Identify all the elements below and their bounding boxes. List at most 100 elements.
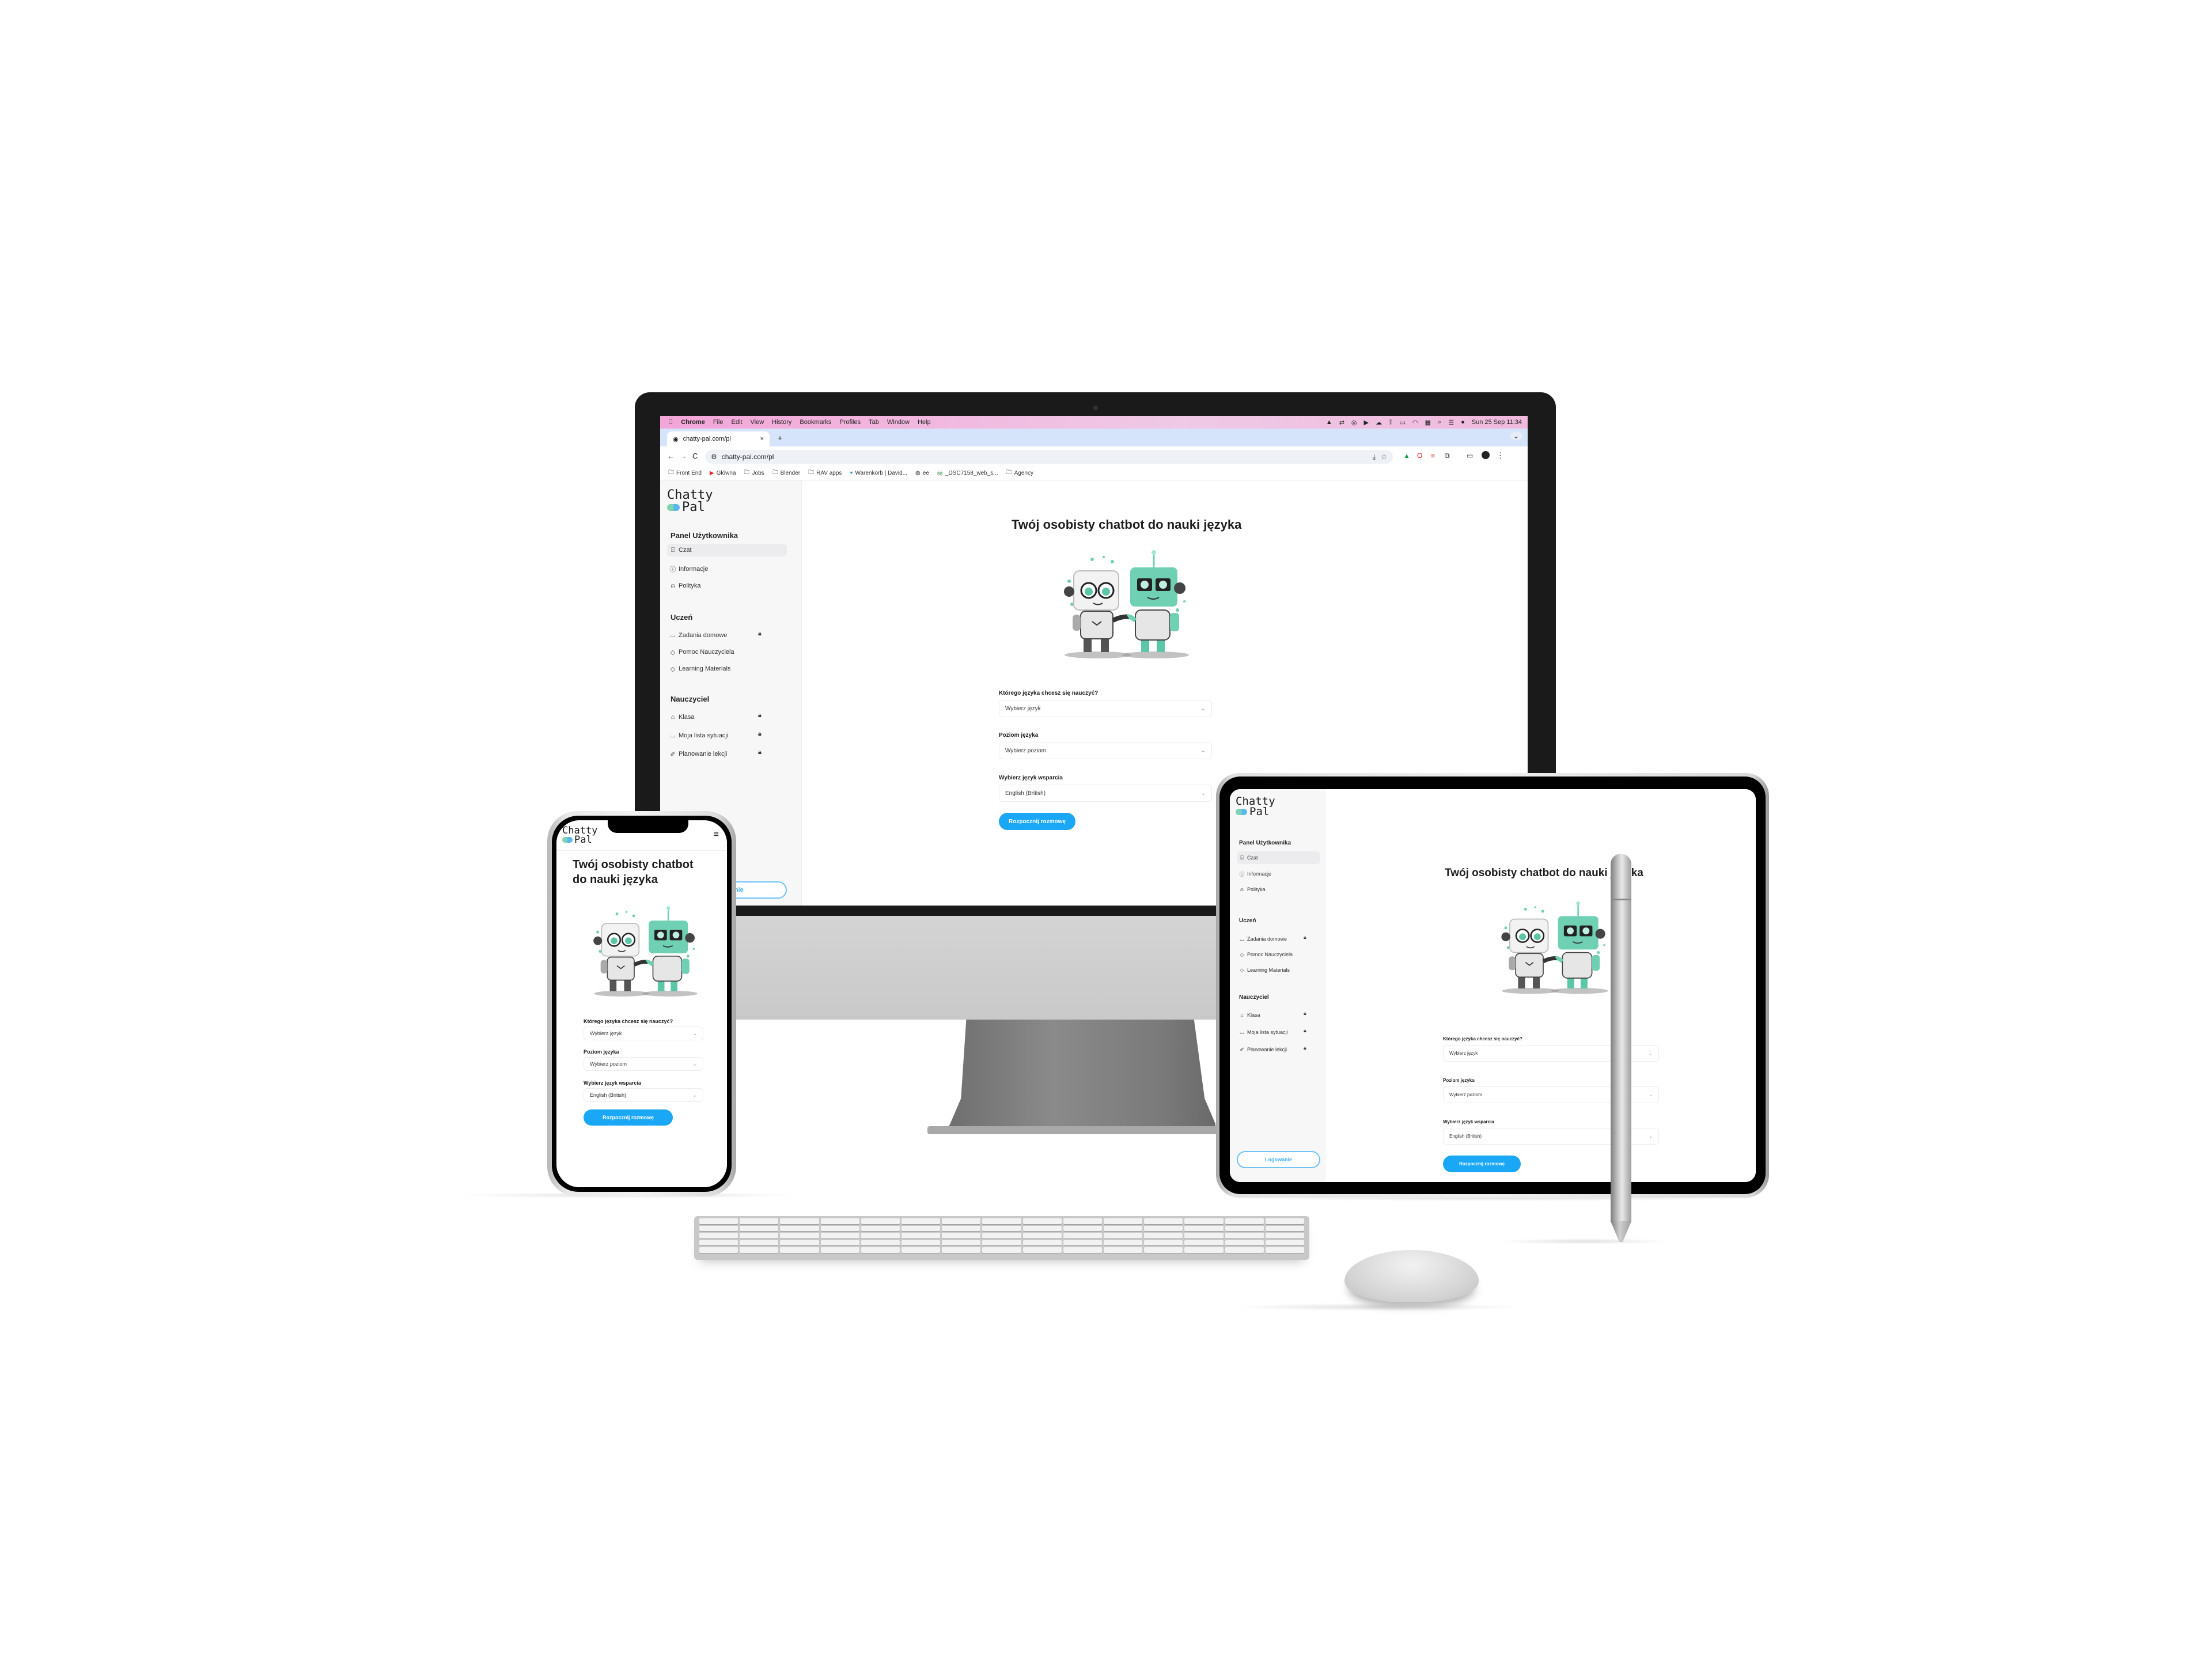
browser-tab[interactable]: ◉ chatty-pal.com/pl ×: [667, 431, 770, 446]
menu-file[interactable]: File: [713, 419, 724, 426]
language-select[interactable]: Wybierz język ⌄: [584, 1027, 703, 1040]
search-icon[interactable]: ⌕: [1438, 419, 1441, 426]
keyboard-key: [1265, 1240, 1304, 1246]
drive-extension-icon[interactable]: ▲: [1403, 452, 1410, 460]
bookmark-star-icon[interactable]: ☆: [1381, 453, 1387, 461]
support-language-select[interactable]: English (British) ⌄: [999, 785, 1212, 802]
sidebar-item-moja-lista-sytuacji[interactable]: ⌴ Moja lista sytuacji: [667, 729, 729, 742]
keyboard-key: [901, 1225, 941, 1232]
bookmark-ee[interactable]: ◍ ee: [915, 470, 929, 476]
sidebar-item-zadania-domowe[interactable]: ⌴ Zadania domowe: [667, 629, 728, 642]
section-title-nauczyciel: Nauczyciel: [1239, 994, 1269, 1001]
start-conversation-button[interactable]: Rozpocznij rozmowę: [1443, 1156, 1521, 1172]
creative-cloud-icon[interactable]: ◎: [1351, 419, 1357, 426]
sidebar-item-informacje[interactable]: ⓘ Informacje: [667, 563, 709, 575]
new-tab-button[interactable]: +: [778, 433, 782, 442]
address-bar[interactable]: ⚙ chatty-pal.com/pl ⤓ ☆: [705, 450, 1393, 464]
url-text[interactable]: chatty-pal.com/pl: [722, 453, 774, 461]
start-conversation-button[interactable]: Rozpocznij rozmowę: [584, 1109, 673, 1126]
control-center-icon[interactable]: ☰: [1448, 419, 1454, 426]
menu-history[interactable]: History: [772, 419, 791, 426]
menu-window[interactable]: Window: [887, 419, 910, 426]
back-button[interactable]: ←: [667, 452, 675, 460]
hamburger-menu-icon[interactable]: ≡: [714, 830, 719, 840]
chrome-menu-icon[interactable]: ⋮: [1497, 451, 1504, 460]
keyboard-key: [780, 1225, 819, 1232]
extensions-icon[interactable]: ⧉: [1445, 452, 1450, 460]
lastpass-extension-icon[interactable]: ≡: [1431, 452, 1435, 460]
chatty-pal-logo[interactable]: Chatty Pal: [1236, 796, 1275, 817]
menu-edit[interactable]: Edit: [732, 419, 743, 426]
install-icon[interactable]: ⤓: [1373, 453, 1376, 461]
apple-icon[interactable]: : [668, 419, 673, 426]
keyboard-key: [982, 1218, 1021, 1224]
forward-button[interactable]: →: [680, 452, 687, 460]
cloud-icon[interactable]: ☁: [1376, 419, 1382, 426]
support-language-select[interactable]: English (British) ⌄: [584, 1088, 703, 1102]
sidebar-item-polityka[interactable]: ⍝ Polityka: [1237, 884, 1265, 895]
sidebar-item-planowanie-lekcji[interactable]: ✐ Planowanie lekcji: [667, 748, 727, 760]
keyboard-key: [861, 1247, 900, 1253]
close-tab-icon[interactable]: ×: [760, 435, 764, 442]
site-settings-icon[interactable]: ⚙: [711, 453, 717, 461]
sidebar-item-pomoc-nauczyciela[interactable]: ◇ Pomoc Nauczyciela: [1237, 949, 1293, 960]
monitor-foot: [927, 1126, 1227, 1134]
language-select[interactable]: Wybierz język ⌄: [999, 700, 1212, 717]
info-icon: ⓘ: [1239, 871, 1245, 877]
presentation-icon: ⌴: [670, 631, 676, 639]
keyboard-key: [780, 1218, 819, 1224]
sidebar-item-czat[interactable]: ⌸ Czat: [1237, 851, 1320, 864]
lock-icon: 🔒︎: [1304, 934, 1306, 940]
sidebar-item-zadania-domowe[interactable]: ⌴ Zadania domowe: [1237, 934, 1287, 944]
bookmark-rav-apps[interactable]: 🗀 RAV apps: [808, 468, 842, 478]
sidebar-item-czat[interactable]: ⌸ Czat: [667, 544, 787, 556]
sidebar-item-learning-materials[interactable]: ◇ Learning Materials: [667, 662, 731, 675]
bookmark-dsc7158[interactable]: Ⓦ _DSC7158_web_s...: [937, 469, 998, 478]
sidebar-item-informacje[interactable]: ⓘ Informacje: [1237, 869, 1271, 879]
play-icon[interactable]: ▶: [1364, 419, 1369, 426]
menubar-datetime[interactable]: Sun 25 Sep 11:34: [1472, 419, 1522, 426]
siri-icon[interactable]: ●: [1461, 419, 1465, 426]
keyboard-key: [861, 1218, 900, 1224]
sidebar-item-learning-materials[interactable]: ◇ Learning Materials: [1237, 965, 1290, 975]
profile-avatar[interactable]: [1482, 451, 1490, 459]
sync-icon[interactable]: ⇄: [1339, 419, 1344, 426]
chatty-pal-logo[interactable]: Chatty Pal: [562, 825, 597, 846]
reload-button[interactable]: C: [692, 452, 698, 460]
menu-help[interactable]: Help: [918, 419, 931, 426]
bookmark-agency[interactable]: 🗀 Agency: [1006, 468, 1033, 478]
drive-icon[interactable]: ▲: [1326, 419, 1332, 426]
chatty-pal-logo[interactable]: Chatty Pal: [667, 489, 713, 514]
bookmark-blender[interactable]: 🗀 Blender: [772, 468, 800, 478]
bookmark-front-end[interactable]: 🗀 Front End: [668, 468, 702, 478]
menu-bookmarks[interactable]: Bookmarks: [800, 419, 831, 426]
sidebar-item-pomoc-nauczyciela[interactable]: ◇ Pomoc Nauczyciela: [667, 646, 734, 658]
wifi-icon[interactable]: ◠: [1412, 419, 1418, 426]
sidebar-item-klasa[interactable]: ⌂ Klasa: [1237, 1010, 1260, 1020]
bookmark-warenkorb[interactable]: ▾ Warenkorb | David...: [850, 470, 907, 476]
sidebar-item-klasa[interactable]: ⌂ Klasa: [667, 711, 695, 724]
login-button[interactable]: Logowanie: [1237, 1151, 1320, 1168]
monitor-stand: [945, 1018, 1215, 1133]
sidebar-item-moja-lista-sytuacji[interactable]: ⌴ Moja lista sytuacji: [1237, 1027, 1287, 1037]
folder-icon: 🗀: [744, 469, 750, 476]
cast-icon[interactable]: ▭: [1467, 452, 1473, 460]
sidebar-item-polityka[interactable]: ⍝ Polityka: [667, 579, 701, 592]
bookmark-glowna[interactable]: ▶ Główna: [710, 470, 736, 476]
bluetooth-icon[interactable]: ᛒ: [1389, 419, 1393, 426]
menu-tab[interactable]: Tab: [869, 419, 879, 426]
sidebar-item-planowanie-lekcji[interactable]: ✐ Planowanie lekcji: [1237, 1044, 1287, 1055]
opera-extension-icon[interactable]: O: [1417, 452, 1422, 460]
battery-icon[interactable]: ▭: [1400, 419, 1406, 426]
keyboard-icon[interactable]: ▦: [1425, 419, 1431, 426]
chevron-down-icon: ⌄: [1649, 1134, 1653, 1139]
menu-profiles[interactable]: Profiles: [839, 419, 861, 426]
logo-text-pal: Pal: [574, 834, 592, 846]
tab-list-button[interactable]: ⌄: [1510, 432, 1522, 440]
level-select[interactable]: Wybierz poziom ⌄: [999, 742, 1212, 759]
menu-chrome[interactable]: Chrome: [681, 419, 705, 426]
bookmark-jobs[interactable]: 🗀 Jobs: [744, 468, 764, 478]
start-conversation-button[interactable]: Rozpocznij rozmowę: [999, 813, 1075, 830]
level-select[interactable]: Wybierz poziom ⌄: [584, 1057, 703, 1071]
menu-view[interactable]: View: [751, 419, 764, 426]
